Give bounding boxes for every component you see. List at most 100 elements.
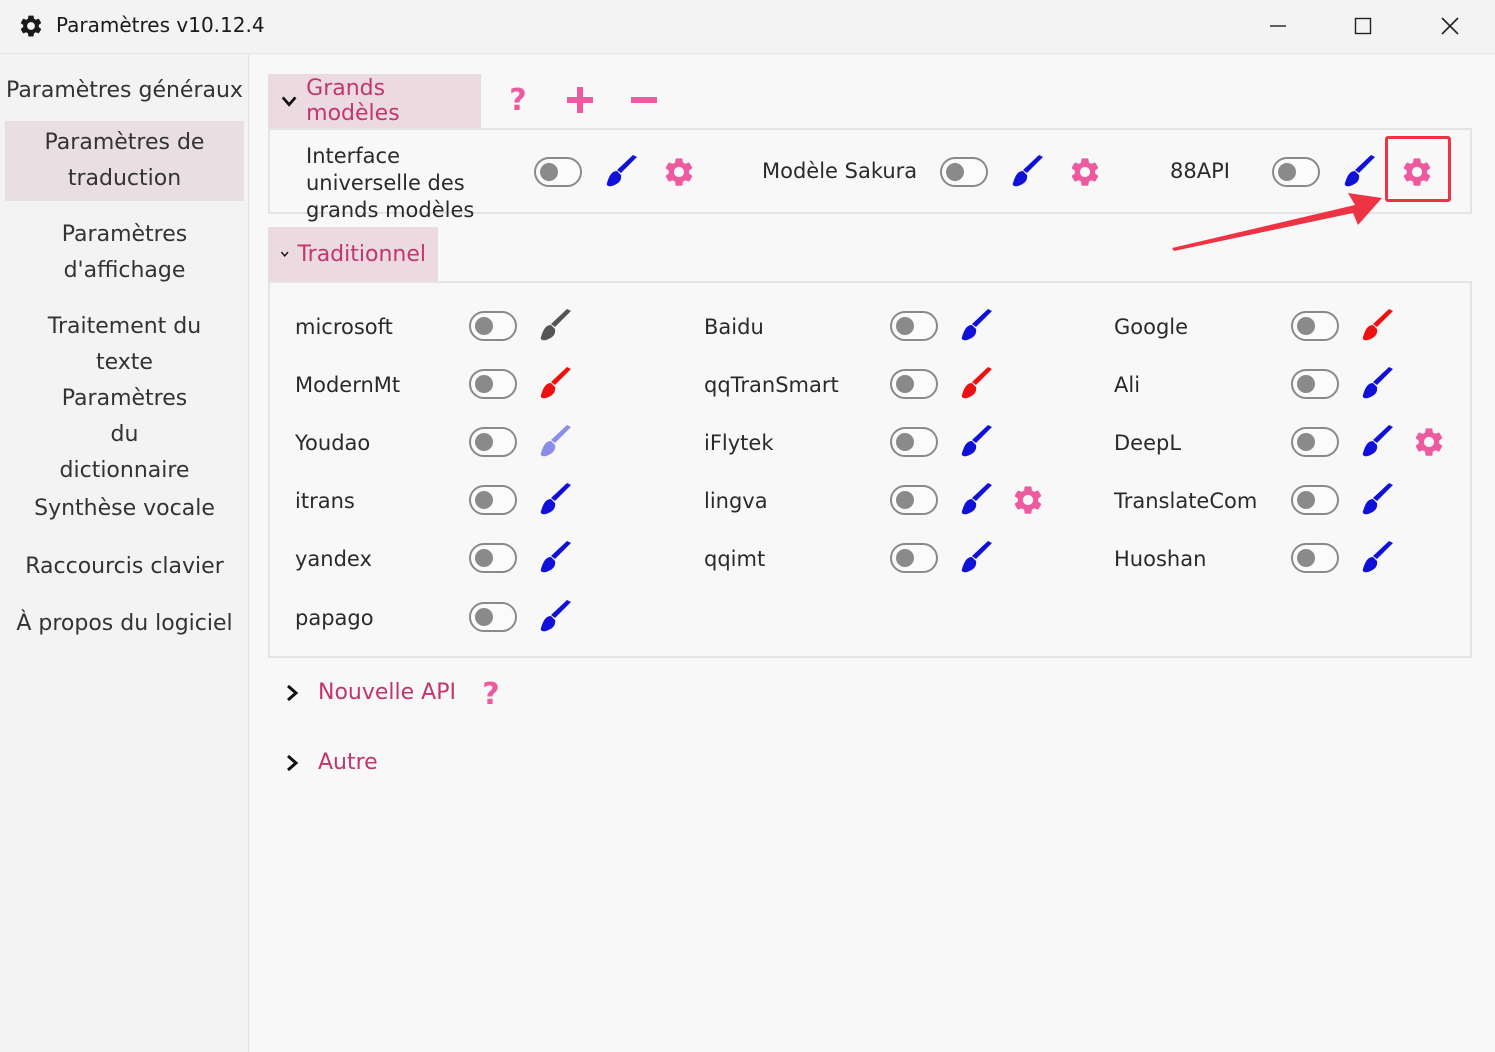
sidebar-item-dictionary[interactable]: Paramètres du dictionnaire <box>5 386 244 483</box>
toggle-knob <box>475 433 493 451</box>
translator-label: Baidu <box>704 315 764 339</box>
translator-label: itrans <box>295 489 355 513</box>
sidebar-item-display[interactable]: Paramètres d'affichage <box>5 215 244 291</box>
enable-toggle[interactable] <box>1291 427 1339 457</box>
sidebar-item-about[interactable]: À propos du logiciel <box>5 606 244 642</box>
settings-gear-icon[interactable] <box>1068 155 1102 189</box>
enable-toggle[interactable] <box>469 427 517 457</box>
translator-label: iFlytek <box>704 431 774 455</box>
brush-icon[interactable] <box>538 481 574 517</box>
brush-icon[interactable] <box>538 365 574 401</box>
help-icon: ? <box>509 82 527 118</box>
brush-icon[interactable] <box>1010 153 1046 189</box>
toggle-knob <box>1278 163 1296 181</box>
enable-toggle[interactable] <box>534 157 582 187</box>
brush-icon[interactable] <box>1360 307 1396 343</box>
traditional-group-header[interactable]: Traditionnel <box>268 227 438 281</box>
maximize-icon <box>1354 17 1372 35</box>
brush-icon[interactable] <box>1360 423 1396 459</box>
translator-label: 88API <box>1170 159 1230 183</box>
chevron-down-icon <box>280 251 289 257</box>
settings-gear-icon[interactable] <box>1011 483 1045 517</box>
llm-group-header[interactable]: Grands modèles <box>268 74 481 128</box>
toggle-knob <box>475 491 493 509</box>
llm-remove-button[interactable] <box>626 82 662 118</box>
settings-gear-icon[interactable] <box>662 155 696 189</box>
toggle-knob <box>1297 549 1315 567</box>
brush-icon[interactable] <box>959 481 995 517</box>
brush-icon[interactable] <box>538 598 574 634</box>
enable-toggle[interactable] <box>469 543 517 573</box>
chevron-right-icon <box>287 754 299 771</box>
minimize-button[interactable] <box>1238 0 1318 52</box>
llm-help-button[interactable]: ? <box>500 82 536 118</box>
settings-gear-icon[interactable] <box>1412 425 1446 459</box>
sidebar-item-translation[interactable]: Paramètres de traduction <box>5 121 244 201</box>
toggle-knob <box>896 317 914 335</box>
enable-toggle[interactable] <box>890 485 938 515</box>
llm-add-button[interactable] <box>562 82 598 118</box>
toggle-knob <box>896 549 914 567</box>
toggle-knob <box>1297 375 1315 393</box>
enable-toggle[interactable] <box>1291 485 1339 515</box>
sidebar-item-tts[interactable]: Synthèse vocale <box>5 491 244 527</box>
translator-label: DeepL <box>1114 431 1182 455</box>
new-api-group-title: Nouvelle API <box>318 680 456 705</box>
enable-toggle[interactable] <box>940 157 988 187</box>
brush-icon[interactable] <box>1360 539 1396 575</box>
translator-label: qqTranSmart <box>704 373 839 397</box>
enable-toggle[interactable] <box>469 485 517 515</box>
toggle-knob <box>475 317 493 335</box>
traditional-group-title: Traditionnel <box>297 241 426 267</box>
brush-icon[interactable] <box>1360 365 1396 401</box>
enable-toggle[interactable] <box>1272 157 1320 187</box>
enable-toggle[interactable] <box>469 602 517 632</box>
new-api-group-header[interactable]: Nouvelle API <box>282 680 456 705</box>
enable-toggle[interactable] <box>890 427 938 457</box>
enable-toggle[interactable] <box>890 543 938 573</box>
enable-toggle[interactable] <box>469 311 517 341</box>
toggle-knob <box>475 375 493 393</box>
close-button[interactable] <box>1410 0 1490 52</box>
enable-toggle[interactable] <box>890 311 938 341</box>
enable-toggle[interactable] <box>469 369 517 399</box>
maximize-button[interactable] <box>1323 0 1403 52</box>
brush-icon[interactable] <box>1360 481 1396 517</box>
gear-icon <box>20 15 42 37</box>
brush-icon[interactable] <box>538 423 574 459</box>
translator-label: ModernMt <box>295 373 401 397</box>
other-group-title: Autre <box>318 750 378 775</box>
remove-icon <box>631 97 657 103</box>
enable-toggle[interactable] <box>1291 311 1339 341</box>
sidebar-item-shortcuts[interactable]: Raccourcis clavier <box>5 549 244 585</box>
enable-toggle[interactable] <box>1291 543 1339 573</box>
brush-icon[interactable] <box>604 153 640 189</box>
brush-icon[interactable] <box>1342 153 1378 189</box>
enable-toggle[interactable] <box>1291 369 1339 399</box>
toggle-knob <box>1297 317 1315 335</box>
chevron-right-icon <box>287 684 299 701</box>
toggle-knob <box>896 491 914 509</box>
brush-icon[interactable] <box>538 307 574 343</box>
translator-label: Modèle Sakura <box>762 159 918 183</box>
title-bar: Paramètres v10.12.4 <box>0 0 1495 54</box>
toggle-knob <box>946 163 964 181</box>
brush-icon[interactable] <box>959 365 995 401</box>
brush-icon[interactable] <box>959 539 995 575</box>
brush-icon[interactable] <box>959 307 995 343</box>
new-api-help-button[interactable]: ? <box>474 676 508 712</box>
toggle-knob <box>896 433 914 451</box>
sidebar-item-general[interactable]: Paramètres généraux <box>5 73 244 109</box>
translator-label: lingva <box>704 489 768 513</box>
translator-label: TranslateCom <box>1114 489 1258 513</box>
toggle-knob <box>540 163 558 181</box>
help-icon: ? <box>482 676 500 712</box>
enable-toggle[interactable] <box>890 369 938 399</box>
brush-icon[interactable] <box>959 423 995 459</box>
brush-icon[interactable] <box>538 539 574 575</box>
add-icon <box>567 87 593 113</box>
other-group-header[interactable]: Autre <box>282 750 378 775</box>
sidebar-item-text-processing[interactable]: Traitement du texte <box>5 307 244 383</box>
close-icon <box>1441 17 1459 35</box>
chevron-down-icon <box>281 96 297 107</box>
